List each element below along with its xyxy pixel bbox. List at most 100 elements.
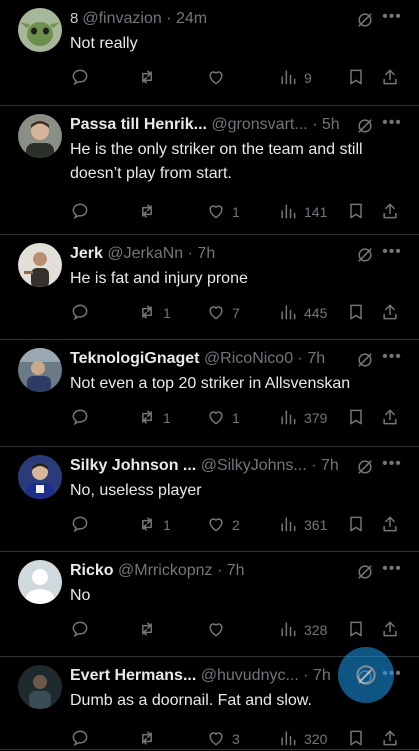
views-count: 445: [304, 305, 328, 321]
reposts-count: 1: [163, 410, 171, 426]
share-button[interactable]: [380, 301, 400, 325]
like-button[interactable]: 1: [206, 406, 240, 430]
bookmark-button[interactable]: [346, 513, 366, 537]
like-button[interactable]: [206, 66, 226, 90]
timestamp[interactable]: 24m: [176, 10, 207, 27]
more-icon[interactable]: •••: [381, 456, 403, 476]
share-button[interactable]: [380, 727, 400, 751]
more-icon[interactable]: •••: [381, 115, 403, 135]
avatar[interactable]: [18, 665, 62, 709]
compose-button[interactable]: [338, 647, 394, 703]
views-button[interactable]: 361: [278, 513, 327, 537]
post[interactable]: 8 @finvazion · 24m ••• Not really 9: [0, 0, 419, 106]
views-button[interactable]: 328: [278, 618, 327, 642]
views-icon: [278, 201, 298, 224]
author-handle[interactable]: @Mrrickopnz: [118, 562, 212, 579]
views-button[interactable]: 379: [278, 406, 327, 430]
share-button[interactable]: [380, 406, 400, 430]
like-button[interactable]: 1: [206, 200, 240, 224]
repost-button[interactable]: 1: [137, 513, 171, 537]
like-button[interactable]: [206, 618, 226, 642]
author-handle[interactable]: @finvazion: [82, 10, 161, 27]
views-icon: [278, 67, 298, 90]
repost-button[interactable]: 1: [137, 406, 171, 430]
reply-button[interactable]: [70, 66, 90, 90]
author-name[interactable]: Evert Hermans...: [70, 667, 196, 684]
post[interactable]: Silky Johnson ... @SilkyJohns... · 7h •••…: [0, 447, 419, 552]
avatar[interactable]: [18, 8, 62, 52]
author-name[interactable]: Jerk: [70, 245, 103, 262]
reply-button[interactable]: [70, 513, 90, 537]
repost-button[interactable]: [137, 200, 157, 224]
like-button[interactable]: 2: [206, 513, 240, 537]
grok-icon[interactable]: [355, 10, 375, 30]
grok-icon[interactable]: [355, 350, 375, 370]
views-button[interactable]: 445: [278, 301, 327, 325]
author-handle[interactable]: @gronsvart...: [211, 116, 307, 133]
grok-icon[interactable]: [355, 562, 375, 582]
grok-icon[interactable]: [355, 457, 375, 477]
views-button[interactable]: 320: [278, 727, 327, 751]
views-button[interactable]: 141: [278, 200, 327, 224]
repost-button[interactable]: [137, 618, 157, 642]
bookmark-button[interactable]: [346, 301, 366, 325]
avatar[interactable]: [18, 455, 62, 499]
bookmark-button[interactable]: [346, 66, 366, 90]
more-icon[interactable]: •••: [381, 244, 403, 264]
timestamp[interactable]: 7h: [307, 350, 325, 367]
like-button[interactable]: 7: [206, 301, 240, 325]
avatar[interactable]: [18, 114, 62, 158]
bookmark-button[interactable]: [346, 406, 366, 430]
repost-button[interactable]: [137, 66, 157, 90]
share-button[interactable]: [380, 618, 400, 642]
reply-button[interactable]: [70, 406, 90, 430]
author-handle[interactable]: @JerkaNn: [107, 245, 183, 262]
share-button[interactable]: [380, 200, 400, 224]
bookmark-button[interactable]: [346, 618, 366, 642]
grok-icon[interactable]: [355, 245, 375, 265]
post[interactable]: Ricko @Mrrickopnz · 7h ••• No 328: [0, 552, 419, 657]
timestamp[interactable]: 7h: [197, 245, 215, 262]
timestamp[interactable]: 7h: [313, 667, 331, 684]
author-name[interactable]: Passa till Henrik...: [70, 116, 207, 133]
action-bar: 1 2 361: [60, 513, 405, 537]
post-text: Not really: [70, 35, 138, 52]
share-button[interactable]: [380, 66, 400, 90]
timestamp[interactable]: 5h: [322, 116, 340, 133]
author-handle[interactable]: @RicoNico0: [204, 350, 293, 367]
bookmark-button[interactable]: [346, 200, 366, 224]
views-icon: [278, 728, 298, 751]
bookmark-icon: [346, 619, 366, 642]
bookmark-button[interactable]: [346, 727, 366, 751]
author-handle[interactable]: @huvudnyc...: [201, 667, 299, 684]
share-button[interactable]: [380, 513, 400, 537]
action-bar: 1 141: [60, 200, 405, 224]
reply-button[interactable]: [70, 727, 90, 751]
repost-button[interactable]: 1: [137, 301, 171, 325]
timestamp[interactable]: 7h: [227, 562, 245, 579]
reply-button[interactable]: [70, 301, 90, 325]
heart-icon: [206, 514, 226, 537]
like-button[interactable]: 3: [206, 727, 240, 751]
separator-dot: ·: [306, 457, 321, 474]
repost-button[interactable]: [137, 727, 157, 751]
author-handle[interactable]: @SilkyJohns...: [201, 457, 307, 474]
timestamp[interactable]: 7h: [321, 457, 339, 474]
post[interactable]: Passa till Henrik... @gronsvart... · 5h •…: [0, 106, 419, 235]
views-button[interactable]: 9: [278, 66, 312, 90]
post[interactable]: Jerk @JerkaNn · 7h ••• He is fat and injur…: [0, 235, 419, 340]
author-name[interactable]: Ricko: [70, 562, 114, 579]
more-icon[interactable]: •••: [381, 9, 403, 29]
avatar[interactable]: [18, 348, 62, 392]
reply-button[interactable]: [70, 618, 90, 642]
share-icon: [380, 728, 400, 751]
reply-button[interactable]: [70, 200, 90, 224]
avatar[interactable]: [18, 560, 62, 604]
post[interactable]: TeknologiGnaget @RicoNico0 · 7h ••• Not ev…: [0, 340, 419, 447]
author-name[interactable]: TeknologiGnaget: [70, 350, 199, 367]
author-name[interactable]: Silky Johnson ...: [70, 457, 196, 474]
avatar[interactable]: [18, 243, 62, 287]
more-icon[interactable]: •••: [381, 561, 403, 581]
more-icon[interactable]: •••: [381, 349, 403, 369]
grok-icon[interactable]: [355, 116, 375, 136]
